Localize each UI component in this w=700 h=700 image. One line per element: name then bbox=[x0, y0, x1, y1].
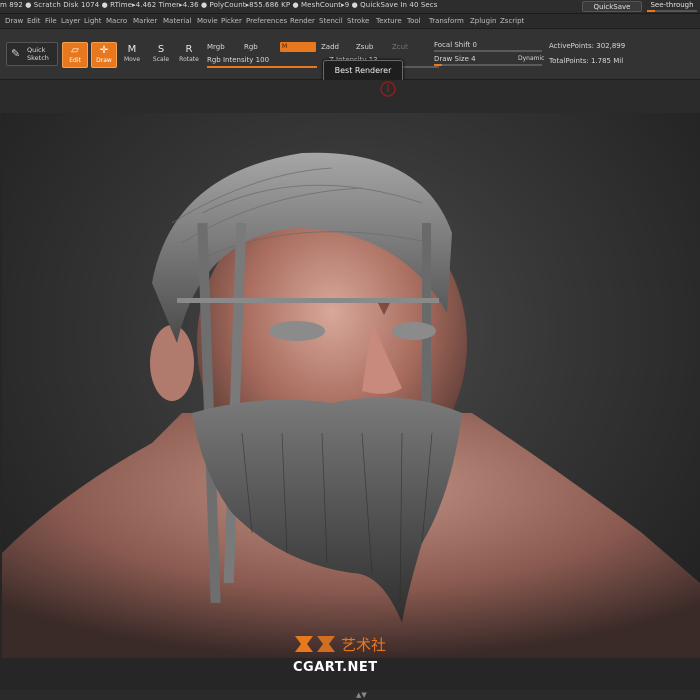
draw-button[interactable]: ✛ Draw bbox=[91, 42, 117, 68]
lightbox-icon[interactable] bbox=[378, 80, 398, 100]
menu-movie[interactable]: Movie bbox=[197, 17, 218, 25]
zcut-button[interactable]: Zcut bbox=[392, 43, 408, 51]
m-button[interactable]: M bbox=[280, 42, 316, 52]
quicksave-button[interactable]: QuickSave bbox=[582, 1, 642, 12]
zadd-button[interactable]: Zadd bbox=[321, 43, 339, 51]
edit-label: Edit bbox=[69, 57, 81, 64]
quick-sketch-label: Quick Sketch bbox=[27, 46, 49, 62]
menu-preferences[interactable]: Preferences bbox=[246, 17, 287, 25]
menu-material[interactable]: Material bbox=[163, 17, 191, 25]
menu-marker[interactable]: Marker bbox=[133, 17, 157, 25]
see-through-fill bbox=[647, 10, 655, 12]
viewport-canvas[interactable] bbox=[2, 113, 700, 658]
menu-tool[interactable]: Tool bbox=[407, 17, 421, 25]
menu-stroke[interactable]: Stroke bbox=[347, 17, 369, 25]
menu-zplugin[interactable]: Zplugin bbox=[470, 17, 496, 25]
focal-shift-label: Focal Shift 0 bbox=[434, 41, 477, 49]
draw-size-label: Draw Size 4 bbox=[434, 55, 476, 63]
rgb-intensity-label: Rgb Intensity 100 bbox=[207, 56, 270, 64]
draw-size-slider[interactable] bbox=[434, 64, 542, 66]
see-through-track[interactable] bbox=[647, 10, 697, 12]
left-eye bbox=[269, 321, 325, 341]
menu-zscript[interactable]: Zscript bbox=[500, 17, 524, 25]
edit-button[interactable]: ▱ Edit bbox=[62, 42, 88, 68]
collapse-arrow-icon[interactable]: ▲▼ bbox=[356, 691, 367, 699]
rotate-label: Rotate bbox=[179, 56, 199, 63]
rotate-button[interactable]: R Rotate bbox=[176, 42, 202, 68]
best-renderer-tooltip: Best Renderer bbox=[323, 60, 403, 82]
logo-cn-text: 艺术社 bbox=[341, 636, 386, 654]
menu-render[interactable]: Render bbox=[290, 17, 315, 25]
menu-draw[interactable]: Draw bbox=[5, 17, 23, 25]
see-through-label: See-through bbox=[650, 1, 694, 9]
menu-picker[interactable]: Picker bbox=[221, 17, 242, 25]
rgb-button[interactable]: Rgb bbox=[244, 43, 258, 51]
edit-icon: ▱ bbox=[71, 45, 79, 56]
bottom-bar: ▲▼ bbox=[0, 690, 700, 700]
draw-label: Draw bbox=[96, 57, 112, 64]
mrgb-button[interactable]: Mrgb bbox=[207, 43, 225, 51]
active-points-readout: ActivePoints: 302,899 bbox=[549, 42, 626, 50]
menu-edit[interactable]: Edit bbox=[27, 17, 41, 25]
scale-label: Scale bbox=[152, 56, 170, 63]
draw-size-fill bbox=[434, 64, 442, 66]
zsub-button[interactable]: Zsub bbox=[356, 43, 373, 51]
scale-button[interactable]: S Scale bbox=[148, 42, 174, 68]
see-through-slider[interactable]: See-through bbox=[644, 1, 700, 12]
menu-layer[interactable]: Layer bbox=[61, 17, 81, 25]
rotate-icon: R bbox=[185, 44, 193, 55]
menu-macro[interactable]: Macro bbox=[106, 17, 127, 25]
menu-bar: Draw Edit File Layer Light Macro Marker … bbox=[0, 14, 700, 29]
toolbar: ✎ Quick Sketch ▱ Edit ✛ Draw M Move S Sc… bbox=[0, 29, 700, 82]
watermark-domain: CGART.NET bbox=[293, 660, 378, 675]
headband bbox=[177, 298, 439, 303]
dynamic-toggle[interactable]: Dynamic bbox=[518, 55, 544, 62]
menu-stencil[interactable]: Stencil bbox=[319, 17, 343, 25]
sculpt-render bbox=[2, 152, 700, 658]
menu-texture[interactable]: Texture bbox=[376, 17, 402, 25]
scale-icon: S bbox=[157, 44, 165, 55]
move-label: Move bbox=[123, 56, 141, 63]
status-bar: m 892 ● Scratch Disk 1074 ● RTime▸4.462 … bbox=[0, 0, 700, 14]
menu-transform[interactable]: Transform bbox=[429, 17, 464, 25]
cgart-logo: 艺术社 bbox=[295, 636, 386, 654]
shelf-strip bbox=[0, 80, 700, 113]
ear-shape bbox=[150, 325, 194, 401]
move-icon: M bbox=[127, 44, 137, 55]
quick-sketch-button[interactable]: ✎ Quick Sketch bbox=[6, 42, 58, 66]
draw-icon: ✛ bbox=[99, 45, 109, 56]
status-text: m 892 ● Scratch Disk 1074 ● RTime▸4.462 … bbox=[0, 1, 438, 9]
right-eye bbox=[392, 322, 436, 340]
move-button[interactable]: M Move bbox=[119, 42, 145, 68]
rgb-intensity-fill bbox=[207, 66, 317, 68]
menu-light[interactable]: Light bbox=[84, 17, 101, 25]
menu-file[interactable]: File bbox=[45, 17, 57, 25]
total-points-readout: TotalPoints: 1.785 Mil bbox=[549, 57, 624, 65]
focal-shift-slider[interactable] bbox=[434, 50, 542, 52]
quick-sketch-icon: ✎ bbox=[11, 47, 21, 60]
rgb-intensity-slider[interactable] bbox=[207, 66, 317, 68]
